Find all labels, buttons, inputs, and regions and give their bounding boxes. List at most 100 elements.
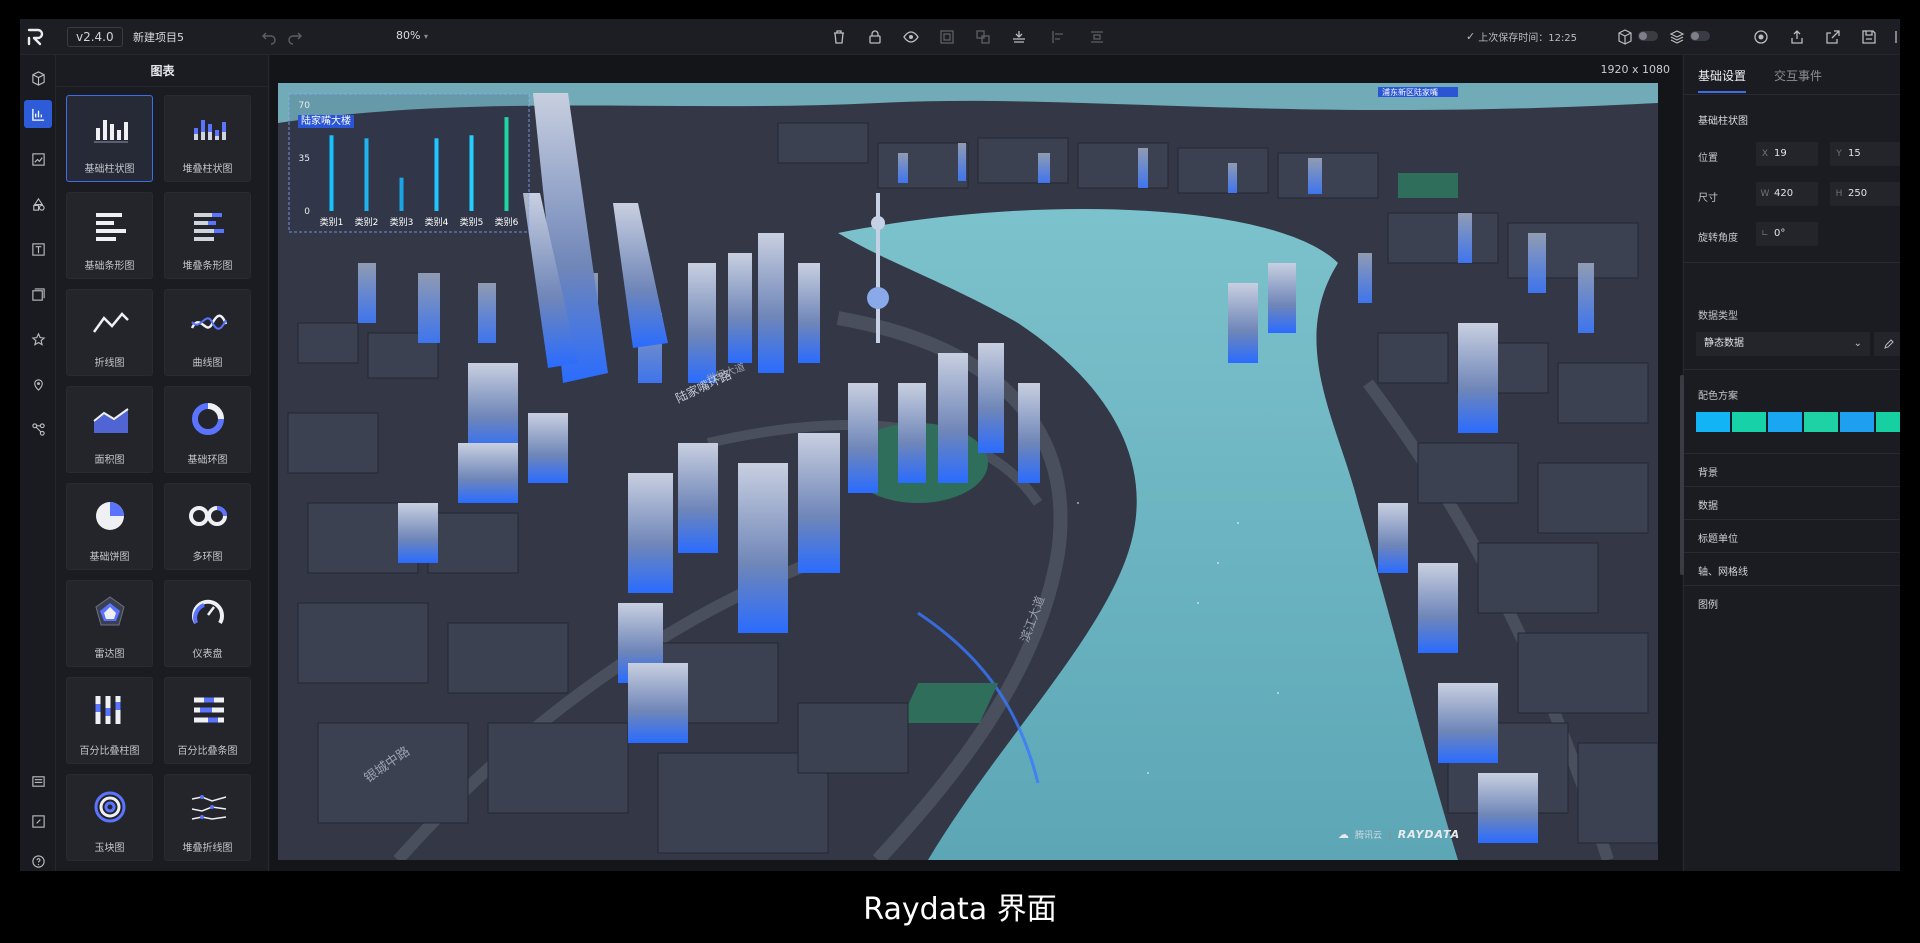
chart-card-label: 玉块图 [94, 843, 125, 854]
palette-label: 配色方案 [1698, 391, 1738, 402]
more-icon[interactable] [1892, 28, 1900, 46]
rail-map-icon[interactable] [24, 370, 52, 398]
chart-card-label: 百分比叠条图 [177, 746, 238, 757]
rail-3d-icon[interactable] [24, 64, 52, 92]
settings-section[interactable]: 数据 [1684, 486, 1900, 519]
version-badge: v2.4.0 [67, 27, 123, 47]
chart-card[interactable]: 玉块图 [66, 774, 153, 861]
stacked-bar-icon [194, 120, 226, 140]
section-title: 数据 [1698, 501, 1718, 512]
data-type-select[interactable]: 静态数据 ⌄ [1696, 332, 1870, 356]
palette-swatch [1768, 412, 1802, 432]
rail-edit-icon[interactable] [24, 807, 52, 835]
pos-x-input[interactable]: X 19 [1756, 142, 1818, 166]
rail-chart-icon[interactable] [24, 100, 52, 128]
settings-section[interactable]: 背景 [1684, 453, 1900, 486]
overlay-bar-chart[interactable]: 0 35 70 类别1 类别2 类别3 类别4 类别5 类别6 陆家嘴大楼 [288, 93, 530, 233]
y-prefix: Y [1836, 149, 1842, 159]
rotation-label: 旋转角度 [1698, 233, 1738, 244]
chart-card[interactable]: 堆叠柱状图 [164, 95, 251, 182]
group-icon[interactable] [938, 28, 956, 46]
settings-section[interactable]: 图例 [1684, 585, 1900, 618]
rail-text-icon[interactable] [24, 235, 52, 263]
bar [504, 117, 509, 211]
chart-card[interactable]: 百分比叠条图 [164, 677, 251, 764]
brand-watermark: ☁ 腾讯云 | RAYDATA [1338, 828, 1461, 841]
rail-help-icon[interactable] [24, 847, 52, 871]
project-name[interactable]: 新建项目5 [133, 29, 184, 45]
props-tabs: 基础设置 交互事件 [1684, 55, 1900, 95]
chart-card[interactable]: 堆叠折线图 [164, 774, 251, 861]
top-toolbar: v2.4.0 新建项目5 80% ▾ ✓ 上次保存时间：12:25 [20, 19, 1900, 55]
rail-shapes-icon[interactable] [24, 190, 52, 218]
align-icon[interactable] [1050, 28, 1068, 46]
line-chart-icon [92, 312, 129, 333]
palette-swatch [1804, 412, 1838, 432]
3d-city-scene[interactable]: 世纪大道 滨江大道 银城中路 陆家嘴环路 浦东新区陆家嘴 0 35 70 类别1 类别2… [278, 83, 1658, 860]
rail-relation-icon[interactable] [24, 415, 52, 443]
publish-icon[interactable] [1788, 28, 1806, 46]
chart-card-label: 基础柱状图 [84, 164, 135, 175]
redo-icon[interactable] [286, 28, 304, 46]
ungroup-icon[interactable] [974, 28, 992, 46]
chart-card-label: 百分比叠柱图 [79, 746, 140, 757]
chart-card[interactable]: 曲线图 [164, 289, 251, 376]
3d-toggle[interactable] [1638, 31, 1658, 41]
chart-card[interactable]: 雷达图 [66, 580, 153, 667]
chart-card[interactable]: 基础环图 [164, 386, 251, 473]
divider [1684, 262, 1900, 263]
delete-icon[interactable] [830, 28, 848, 46]
record-icon[interactable] [1752, 28, 1770, 46]
multi-ring-icon [189, 506, 227, 526]
h-value: 250 [1848, 188, 1868, 199]
y-tick-label: 35 [299, 154, 310, 164]
rail-media-icon[interactable] [24, 280, 52, 308]
app-window: v2.4.0 新建项目5 80% ▾ ✓ 上次保存时间：12:25 图表 基础柱… [20, 19, 1900, 871]
layer-order-icon[interactable] [1010, 28, 1028, 46]
raydata-logo[interactable] [25, 27, 45, 47]
lock-icon[interactable] [866, 28, 884, 46]
height-input[interactable]: H 250 [1830, 182, 1900, 206]
bar [469, 135, 474, 211]
section-title: 图例 [1698, 600, 1718, 611]
chart-card[interactable]: 多环图 [164, 483, 251, 570]
chart-card-label: 基础环图 [187, 455, 228, 466]
save-icon[interactable] [1860, 28, 1878, 46]
save-time-text: 上次保存时间：12:25 [1478, 33, 1578, 44]
pos-y-input[interactable]: Y 15 [1830, 142, 1900, 166]
eye-icon[interactable] [902, 28, 920, 46]
chart-title: 陆家嘴大楼 [298, 115, 354, 128]
rail-line-chart-icon[interactable] [24, 145, 52, 173]
rail-list-icon[interactable] [24, 767, 52, 795]
undo-icon[interactable] [260, 28, 278, 46]
open-external-icon[interactable] [1824, 28, 1842, 46]
settings-section[interactable]: 标题单位 [1684, 519, 1900, 552]
chart-card[interactable]: 折线图 [66, 289, 153, 376]
chart-card[interactable]: 面积图 [66, 386, 153, 473]
chevron-down-icon: ⌄ [1853, 338, 1862, 349]
section-title: 标题单位 [1698, 534, 1738, 545]
chart-card[interactable]: 仪表盘 [164, 580, 251, 667]
zoom-select[interactable]: 80% ▾ [396, 29, 428, 42]
chart-card[interactable]: 堆叠条形图 [164, 192, 251, 279]
tab-interaction-events[interactable]: 交互事件 [1774, 67, 1822, 84]
color-palette[interactable] [1696, 412, 1900, 432]
chart-card[interactable]: 基础柱状图 [66, 95, 153, 182]
distribute-icon[interactable] [1088, 28, 1106, 46]
library-title: 图表 [56, 55, 268, 87]
y-tick-label: 70 [299, 101, 311, 111]
rotation-input[interactable]: ∟ 0° [1756, 222, 1818, 246]
rail-effects-icon[interactable] [24, 325, 52, 353]
settings-section[interactable]: 轴、网格线 [1684, 552, 1900, 585]
chart-card[interactable]: 基础条形图 [66, 192, 153, 279]
palette-swatch [1696, 412, 1730, 432]
bar [364, 138, 369, 211]
section-title: 背景 [1698, 468, 1718, 479]
chart-card[interactable]: 基础饼图 [66, 483, 153, 570]
editor-canvas[interactable]: 1920 x 1080 世纪大道 滨江大道 银城中路 陆家嘴环路 浦东新区陆家嘴… [270, 55, 1682, 871]
tab-basic-settings[interactable]: 基础设置 [1698, 67, 1747, 93]
chart-card[interactable]: 百分比叠柱图 [66, 677, 153, 764]
edit-data-button[interactable] [1874, 332, 1900, 356]
layers-toggle[interactable] [1690, 31, 1710, 41]
width-input[interactable]: W 420 [1756, 182, 1818, 206]
